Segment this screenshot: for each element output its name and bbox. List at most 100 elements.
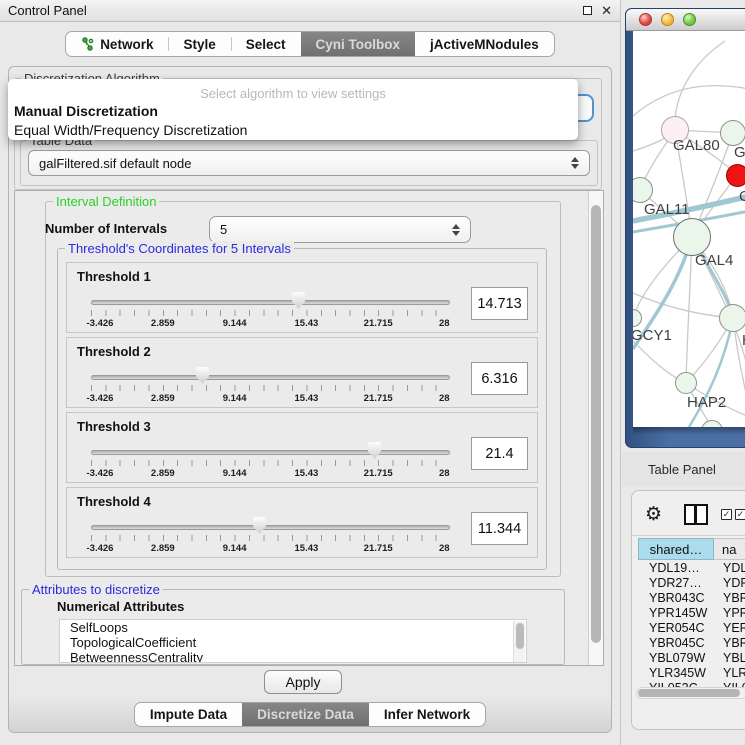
threshold-3-value-field[interactable]: 21.4 [471, 437, 528, 470]
columns-icon[interactable] [684, 504, 708, 525]
table-panel-header: Table Panel [622, 452, 745, 486]
tab-style[interactable]: Style [168, 32, 230, 56]
list-item[interactable]: TopologicalCoefficient [60, 635, 526, 650]
cell[interactable]: YER0 [714, 621, 745, 635]
list-scrollbar[interactable] [513, 621, 525, 663]
node-label-partial: C [739, 188, 745, 205]
table-row[interactable]: YBL079WYBL0 [638, 650, 745, 665]
table-row[interactable]: YDR27…YDR2 [638, 575, 745, 590]
tick-label: 9.144 [223, 318, 247, 329]
horizontal-scrollbar[interactable] [636, 687, 745, 699]
table-data-selected-value: galFiltered.sif default node [39, 156, 191, 171]
threshold-3-block: Threshold 3 -3.426 2.859 9.144 15.43 21.… [66, 412, 538, 483]
cell[interactable]: YPR1 [714, 606, 745, 620]
tab-jactivemnodules[interactable]: jActiveMNodules [415, 32, 554, 56]
table-data-combobox[interactable]: galFiltered.sif default node [28, 150, 590, 176]
threshold-2-block: Threshold 2 -3.426 2.859 9.144 15.43 21.… [66, 337, 538, 408]
table-panel-toolbar: ⚙ ✓ ✓ [632, 497, 745, 531]
checkbox-icon[interactable]: ✓ [735, 509, 745, 520]
tab-network[interactable]: Network [66, 32, 168, 56]
tab-network-label: Network [100, 37, 153, 52]
threshold-2-slider[interactable]: -3.426 2.859 9.144 15.43 21.715 28 [91, 338, 450, 409]
cell[interactable]: YBR0 [714, 636, 745, 650]
cell[interactable]: YPR145W [638, 606, 714, 620]
cell[interactable]: YDR2 [714, 576, 745, 590]
tab-select[interactable]: Select [231, 32, 301, 56]
slider-handle[interactable] [196, 367, 209, 384]
tab-discretize-data-label: Discretize Data [257, 707, 354, 722]
network-window-titlebar[interactable] [626, 9, 745, 31]
attributes-group-title: Attributes to discretize [29, 582, 163, 597]
cell[interactable]: YBL079W [638, 651, 714, 665]
tab-infer-network[interactable]: Infer Network [369, 703, 485, 726]
threshold-4-value-field[interactable]: 11.344 [471, 512, 528, 545]
table-row[interactable]: YDL19…YDL1 [638, 560, 745, 575]
network-canvas[interactable]: GAL80 GA C GAL11 GAL4 GCY1 H HAP2 [633, 31, 745, 427]
slider-track[interactable] [91, 375, 450, 380]
number-of-intervals-value: 5 [220, 222, 227, 237]
tab-impute-data-label: Impute Data [150, 707, 227, 722]
table-row[interactable]: YBR043CYBR0 [638, 590, 745, 605]
slider-handle[interactable] [368, 442, 381, 459]
list-scrollbar-thumb[interactable] [516, 623, 524, 649]
float-window-icon[interactable] [583, 6, 592, 15]
threshold-4-slider[interactable]: -3.426 2.859 9.144 15.43 21.715 28 [91, 488, 450, 559]
cell[interactable]: YBL0 [714, 651, 745, 665]
tick-label: 2.859 [151, 543, 175, 554]
algorithm-option-equal-width-frequency[interactable]: Equal Width/Frequency Discretization [14, 122, 247, 138]
cell[interactable]: YER054C [638, 621, 714, 635]
slider-track[interactable] [91, 300, 450, 305]
slider-handle[interactable] [253, 517, 266, 534]
list-item[interactable]: SelfLoops [60, 620, 526, 635]
combo-spinner-icon [452, 224, 460, 236]
network-node[interactable] [673, 218, 711, 256]
cell[interactable]: YDR27… [638, 576, 714, 590]
threshold-2-value-field[interactable]: 6.316 [471, 362, 528, 395]
cell[interactable]: YLR345W [638, 666, 714, 680]
tick-label: 2.859 [151, 468, 175, 479]
gear-icon[interactable]: ⚙ [645, 505, 662, 524]
threshold-1-slider[interactable]: -3.426 2.859 9.144 15.43 21.715 28 [91, 263, 450, 334]
table-row[interactable]: YER054CYER0 [638, 620, 745, 635]
cell[interactable]: YBR0 [714, 591, 745, 605]
control-panel-title-bar: Control Panel ✕ [0, 0, 620, 22]
checkbox-icon[interactable]: ✓ [721, 509, 732, 520]
close-icon[interactable]: ✕ [601, 4, 612, 17]
tab-infer-network-label: Infer Network [384, 707, 470, 722]
numerical-attributes-label: Numerical Attributes [57, 599, 184, 614]
slider-handle[interactable] [292, 292, 305, 309]
cell[interactable]: YBR043C [638, 591, 714, 605]
slider-track[interactable] [91, 450, 450, 455]
mac-zoom-icon[interactable] [683, 13, 696, 26]
cell[interactable]: YBR045C [638, 636, 714, 650]
cell[interactable]: YDL19… [638, 561, 714, 575]
tab-discretize-data[interactable]: Discretize Data [242, 703, 369, 726]
table-row[interactable]: YBR045CYBR0 [638, 635, 745, 650]
list-item[interactable]: BetweennessCentrality [60, 650, 526, 663]
vertical-scrollbar[interactable] [588, 191, 603, 665]
table-row[interactable]: YPR145WYPR1 [638, 605, 745, 620]
slider-track[interactable] [91, 525, 450, 530]
table-row[interactable]: YLR345WYLR3 [638, 665, 745, 680]
node-label-hap2: HAP2 [687, 394, 726, 411]
number-of-intervals-combobox[interactable]: 5 [209, 216, 471, 243]
mac-minimize-icon[interactable] [661, 13, 674, 26]
mac-close-icon[interactable] [639, 13, 652, 26]
network-node[interactable] [675, 372, 697, 394]
column-header-shared[interactable]: shared… [638, 538, 714, 560]
apply-button[interactable]: Apply [264, 670, 342, 694]
algorithm-option-manual-discretization[interactable]: Manual Discretization [14, 103, 158, 119]
tick-label: 28 [439, 468, 450, 479]
network-node-selected-red[interactable] [726, 164, 745, 187]
tab-impute-data[interactable]: Impute Data [135, 703, 242, 726]
threshold-3-slider[interactable]: -3.426 2.859 9.144 15.43 21.715 28 [91, 413, 450, 484]
horizontal-scrollbar-thumb[interactable] [638, 689, 740, 697]
column-header-name[interactable]: na [714, 538, 745, 560]
cell[interactable]: YLR3 [714, 666, 745, 680]
network-node[interactable] [720, 120, 745, 146]
threshold-1-value-field[interactable]: 14.713 [471, 287, 528, 320]
cell[interactable]: YDL1 [714, 561, 745, 575]
vertical-scrollbar-thumb[interactable] [591, 205, 601, 643]
network-node[interactable] [719, 304, 745, 332]
tab-cyni-toolbox[interactable]: Cyni Toolbox [301, 32, 416, 56]
